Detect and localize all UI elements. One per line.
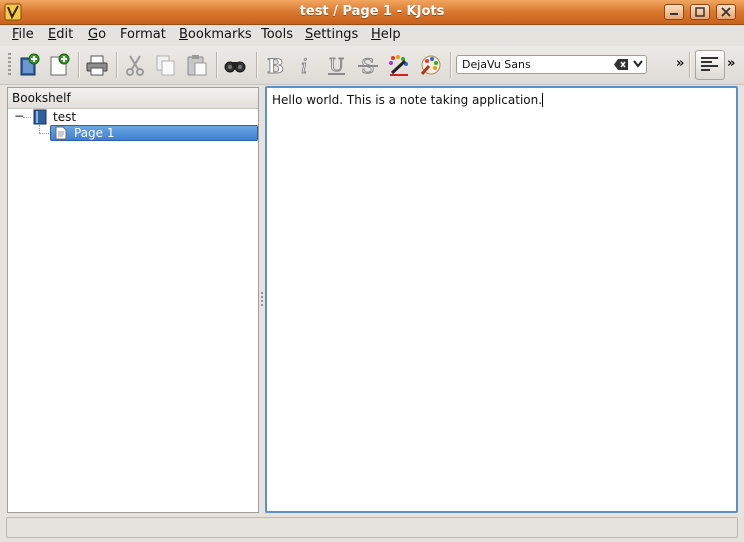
new-book-icon: [20, 53, 40, 76]
find-icon: [224, 61, 246, 73]
underline-icon: U: [328, 55, 345, 77]
toolbar-separator: [78, 52, 80, 78]
chevron-down-icon[interactable]: [633, 60, 643, 68]
tree-line: [23, 117, 31, 118]
note-editor[interactable]: Hello world. This is a note taking appli…: [265, 86, 738, 513]
new-page-icon: [50, 53, 70, 76]
close-icon: [721, 7, 731, 17]
bold-icon: B: [267, 54, 285, 78]
svg-text:B: B: [267, 54, 284, 77]
toolbar-separator: [689, 52, 691, 78]
menu-bookmarks[interactable]: Bookmarks: [179, 27, 252, 42]
clear-text-icon[interactable]: [614, 59, 628, 70]
text-color-button[interactable]: [385, 51, 413, 79]
svg-text:i: i: [301, 54, 307, 77]
tree-item-page-selected[interactable]: Page 1: [50, 125, 258, 141]
title-bar[interactable]: test / Page 1 - KJots: [0, 0, 744, 25]
strikethrough-icon: S: [358, 54, 378, 77]
tree-item-page-label: Page 1: [74, 126, 115, 140]
panel-splitter[interactable]: [261, 292, 263, 306]
toolbar-separator: [116, 52, 118, 78]
tree-item-book-label: test: [53, 110, 77, 124]
find-button[interactable]: [221, 51, 249, 79]
copy-button[interactable]: [152, 51, 180, 79]
menu-edit[interactable]: Edit: [48, 27, 73, 42]
italic-button[interactable]: i: [292, 51, 320, 79]
tree-line: [39, 133, 49, 134]
paste-button[interactable]: [183, 51, 211, 79]
align-left-button[interactable]: [695, 50, 725, 80]
cut-button[interactable]: [121, 51, 149, 79]
bookshelf-header[interactable]: Bookshelf: [8, 88, 258, 109]
menu-tools[interactable]: Tools: [261, 27, 293, 42]
menu-help[interactable]: Help: [371, 27, 401, 42]
maximize-button[interactable]: [690, 4, 710, 20]
window-title: test / Page 1 - KJots: [299, 4, 445, 19]
align-left-icon: [701, 57, 718, 71]
minimize-icon: [670, 13, 678, 15]
underline-button[interactable]: U: [323, 51, 351, 79]
bold-button[interactable]: B: [261, 51, 289, 79]
book-icon: [33, 109, 47, 125]
font-family-value: DejaVu Sans: [462, 58, 531, 71]
close-button[interactable]: [716, 4, 736, 20]
toolbar-separator: [256, 52, 258, 78]
page-icon: [55, 126, 67, 140]
paste-icon: [187, 55, 207, 76]
highlight-color-button[interactable]: [416, 51, 444, 79]
text-color-icon: [389, 55, 408, 76]
editor-content[interactable]: Hello world. This is a note taking appli…: [272, 93, 544, 107]
status-message: [6, 517, 738, 538]
menu-settings[interactable]: Settings: [305, 27, 358, 42]
kjots-window: test / Page 1 - KJots File Edit Go Forma…: [0, 0, 744, 542]
minimize-button[interactable]: [664, 4, 684, 20]
menu-go[interactable]: Go: [88, 27, 106, 42]
text-caret: [542, 93, 544, 107]
new-page-button[interactable]: [45, 51, 73, 79]
print-icon: [86, 55, 108, 76]
new-book-button[interactable]: [15, 51, 43, 79]
bookshelf-panel: Bookshelf − test Page 1: [7, 87, 259, 513]
strikethrough-button[interactable]: S: [354, 51, 382, 79]
menu-bar: File Edit Go Format Bookmarks Tools Sett…: [0, 24, 744, 46]
svg-text:U: U: [329, 55, 344, 76]
print-button[interactable]: [83, 51, 111, 79]
maximize-icon: [695, 7, 705, 17]
tree-item-book[interactable]: − test: [8, 109, 258, 125]
toolbar-overflow-button-2[interactable]: »: [727, 56, 735, 71]
tree-collapse-toggle[interactable]: −: [14, 109, 24, 123]
cut-icon: [126, 55, 144, 76]
font-family-combo[interactable]: DejaVu Sans: [456, 55, 647, 74]
toolbar-separator: [450, 52, 452, 78]
highlight-color-icon: [420, 55, 441, 75]
menu-file[interactable]: File: [12, 27, 34, 42]
toolbar-separator: [216, 52, 218, 78]
italic-icon: i: [301, 54, 308, 78]
menu-format[interactable]: Format: [120, 27, 166, 42]
toolbar-overflow-button[interactable]: »: [676, 56, 684, 71]
copy-icon: [156, 55, 175, 76]
tree-line: [39, 125, 40, 133]
status-bar: [0, 514, 744, 542]
toolbar-handle[interactable]: [8, 53, 11, 77]
